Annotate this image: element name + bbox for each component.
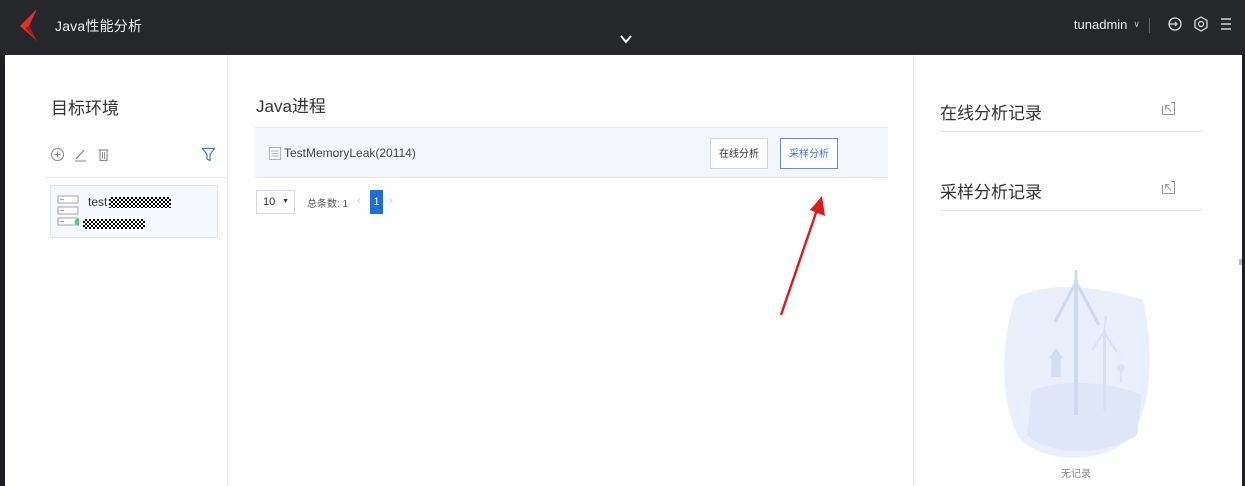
environment-item[interactable]: test bbox=[50, 185, 218, 238]
prev-page-button[interactable]: ‹ bbox=[357, 193, 361, 207]
app-window: Java性能分析 tunadmin ∨ 目标环境 test Java进程 Tes… bbox=[0, 0, 1245, 486]
total-count: 总条数: 1 bbox=[307, 199, 349, 210]
topbar-divider bbox=[1149, 18, 1150, 33]
empty-records-text: 无记录 bbox=[1061, 469, 1091, 480]
page-size-select[interactable]: 10 ▼ bbox=[256, 190, 295, 214]
online-analysis-button[interactable]: 在线分析 bbox=[710, 138, 768, 169]
empty-state-illustration bbox=[1004, 270, 1150, 458]
sample-analysis-button[interactable]: 采样分析 bbox=[780, 138, 838, 169]
redacted-block bbox=[83, 219, 145, 229]
top-navigation-bar: Java性能分析 tunadmin ∨ bbox=[0, 0, 1245, 55]
environment-name: test bbox=[88, 195, 172, 209]
username: tunadmin bbox=[1073, 17, 1128, 32]
process-row[interactable]: TestMemoryLeak(20114) 在线分析 采样分析 bbox=[255, 127, 888, 178]
sample-records-header: 采样分析记录 bbox=[940, 167, 1202, 211]
environment-toolbar bbox=[50, 147, 111, 162]
sample-records-title: 采样分析记录 bbox=[940, 183, 1042, 202]
content-area: 目标环境 test Java进程 TestMemoryLeak(20114) 在… bbox=[5, 55, 1242, 486]
online-records-title: 在线分析记录 bbox=[940, 104, 1042, 123]
process-icon bbox=[269, 147, 281, 160]
logout-icon[interactable] bbox=[1166, 15, 1184, 33]
user-menu[interactable]: tunadmin ∨ bbox=[1074, 17, 1140, 32]
java-process-title: Java进程 bbox=[256, 97, 326, 116]
current-page-button[interactable]: 1 bbox=[370, 190, 383, 214]
dropdown-caret-icon: ▼ bbox=[282, 198, 289, 205]
filter-icon[interactable] bbox=[201, 147, 216, 162]
expand-icon[interactable] bbox=[1161, 101, 1176, 116]
scroll-handle[interactable] bbox=[1239, 259, 1242, 265]
edit-icon[interactable] bbox=[73, 147, 88, 162]
logo-icon[interactable] bbox=[17, 8, 39, 42]
environment-name-text: test bbox=[88, 195, 108, 209]
online-records-header: 在线分析记录 bbox=[940, 88, 1202, 132]
target-environment-panel: 目标环境 test bbox=[5, 55, 228, 486]
app-title: Java性能分析 bbox=[55, 18, 143, 34]
server-icon bbox=[57, 195, 79, 226]
delete-icon[interactable] bbox=[96, 147, 111, 162]
user-caret-icon: ∨ bbox=[1133, 19, 1140, 29]
settings-icon[interactable] bbox=[1192, 15, 1210, 33]
page-size-value: 10 bbox=[263, 196, 276, 208]
add-circle-icon[interactable] bbox=[50, 147, 65, 162]
process-name: TestMemoryLeak(20114) bbox=[284, 146, 416, 160]
java-process-panel: Java进程 TestMemoryLeak(20114) 在线分析 采样分析 1… bbox=[229, 55, 914, 486]
next-page-button[interactable]: › bbox=[389, 193, 393, 207]
divider bbox=[45, 177, 228, 178]
menu-icon[interactable] bbox=[1217, 15, 1235, 33]
analysis-records-panel: 在线分析记录 采样分析记录 无记录 bbox=[915, 55, 1242, 486]
expand-icon[interactable] bbox=[1161, 180, 1176, 195]
redacted-block bbox=[109, 197, 172, 209]
target-environment-title: 目标环境 bbox=[51, 99, 119, 118]
chevron-down-icon[interactable] bbox=[617, 30, 635, 48]
